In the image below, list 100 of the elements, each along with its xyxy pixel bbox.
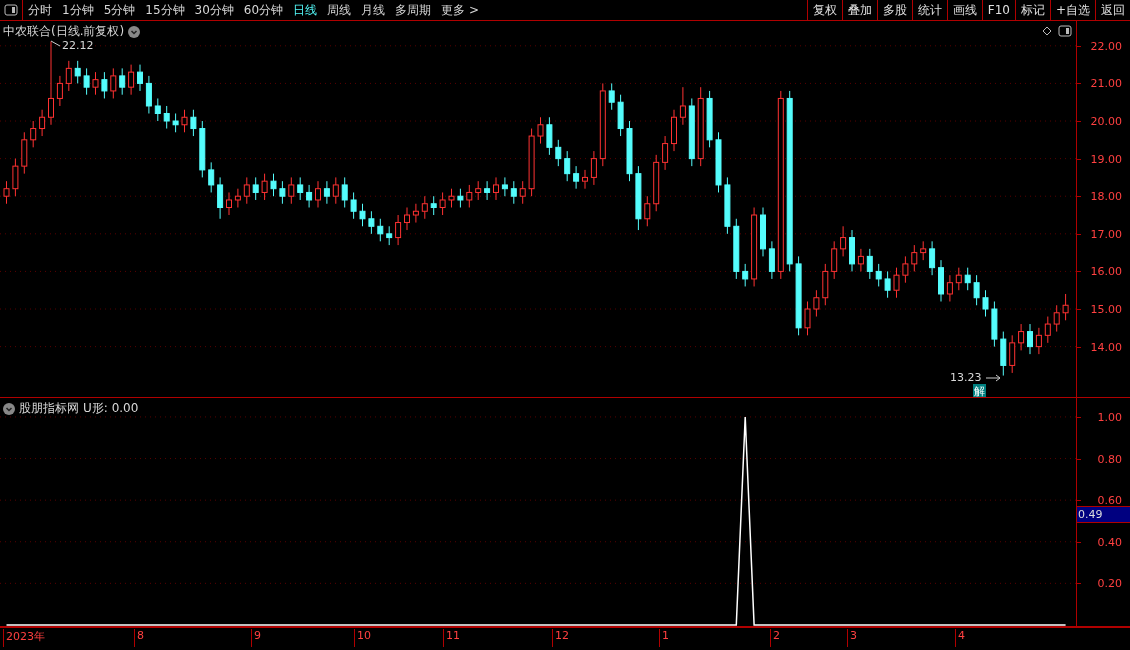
candlestick (644, 195, 651, 227)
period-tab[interactable]: 15分钟 (140, 1, 190, 19)
candlestick (83, 67, 90, 96)
candlestick (857, 248, 864, 272)
candlestick (590, 150, 597, 186)
period-tab[interactable]: 分时 (23, 1, 57, 19)
chart-title: 中农联合(日线.前复权) (3, 23, 125, 40)
candlestick (137, 64, 143, 92)
candlestick (528, 128, 535, 197)
candlestick (555, 139, 562, 167)
candlestick (688, 97, 695, 167)
candlestick (893, 267, 900, 299)
candlestick (724, 176, 731, 235)
candlestick (190, 109, 197, 137)
date-axis-label: 1 (659, 629, 669, 647)
toolbar-button[interactable]: 标记 (1014, 0, 1050, 20)
period-tab[interactable]: 5分钟 (98, 1, 141, 19)
axis-label: 1.00 (1097, 410, 1122, 424)
candlestick (421, 195, 428, 220)
chevron-down-icon[interactable] (3, 402, 15, 415)
period-tab[interactable]: 60分钟 (238, 1, 289, 19)
period-tab[interactable]: 更多 > (436, 1, 484, 19)
candlestick (404, 207, 410, 231)
candlestick (662, 135, 669, 171)
candlestick (564, 150, 571, 182)
candlestick (56, 75, 63, 107)
candlestick (1035, 327, 1042, 355)
candlestick (946, 274, 953, 302)
candlestick (297, 176, 304, 201)
candlestick (679, 86, 686, 126)
candlestick (573, 165, 580, 190)
period-tab[interactable]: 周线 (322, 1, 357, 19)
axis-label: 0.60 (1097, 493, 1122, 507)
candlestick (341, 176, 348, 208)
candlestick (21, 131, 28, 175)
candlestick (1062, 293, 1069, 321)
toolbar-button[interactable]: 多股 (876, 0, 912, 20)
toolbar-button[interactable]: F10 (981, 0, 1015, 20)
candlestick (172, 113, 179, 133)
candlestick (608, 82, 615, 111)
candlestick (582, 169, 588, 190)
chevron-down-icon[interactable] (128, 25, 141, 38)
candlestick (715, 131, 722, 193)
toolbar-button[interactable]: +自选 (1049, 0, 1095, 20)
candlestick (448, 188, 455, 208)
candlestick (964, 267, 971, 291)
candlestick (145, 75, 152, 114)
panel-toggle-icon[interactable] (4, 4, 18, 16)
period-tab[interactable]: 月线 (356, 1, 391, 19)
candlestick (911, 244, 918, 272)
candlestick (1000, 331, 1007, 377)
indicator-value: U形: 0.00 (83, 400, 139, 417)
period-tab[interactable]: 多周期 (390, 1, 437, 19)
candlestick (1053, 304, 1060, 333)
candlestick (1009, 334, 1016, 374)
candlestick (208, 161, 215, 193)
toolbar-button[interactable]: 返回 (1095, 0, 1130, 20)
indicator-title: 股朋指标网 (19, 400, 79, 417)
candlestick (929, 240, 936, 276)
axis-label: 0.80 (1097, 452, 1122, 466)
candlestick (243, 176, 250, 205)
axis-label: 0.20 (1097, 576, 1122, 590)
candlestick (270, 173, 277, 197)
candlestick (457, 188, 464, 208)
candlestick (163, 105, 170, 130)
toolbar-button[interactable]: 画线 (946, 0, 982, 20)
panel-toggle-icon[interactable] (1058, 25, 1072, 37)
axis-label: 0.40 (1097, 535, 1122, 549)
axis-label: 14.00 (1090, 340, 1122, 354)
axis-label: 20.00 (1090, 114, 1122, 128)
candlestick (706, 90, 713, 148)
axis-label: 17.00 (1090, 227, 1122, 241)
candlestick (199, 120, 206, 178)
candlestick (226, 191, 232, 216)
candlestick (760, 207, 766, 257)
diamond-icon[interactable] (1042, 26, 1052, 36)
candlestick (849, 229, 855, 272)
candlestick (840, 225, 847, 257)
candlestick (991, 301, 998, 348)
date-axis-label: 9 (251, 629, 261, 647)
candlestick (430, 195, 437, 216)
period-tab[interactable]: 日线 (288, 1, 323, 19)
candlestick (261, 173, 268, 201)
candlestick (635, 165, 642, 231)
period-tab[interactable]: 30分钟 (189, 1, 239, 19)
toolbar-button[interactable]: 统计 (911, 0, 947, 20)
toolbar-button[interactable]: 复权 (806, 0, 842, 20)
period-tab[interactable]: 1分钟 (57, 1, 99, 19)
candlestick (39, 109, 46, 137)
high-price-label: 22.12 (62, 39, 94, 52)
candlestick (306, 184, 313, 208)
candlestick (884, 270, 891, 299)
candlestick (484, 180, 491, 201)
candlestick (377, 218, 384, 242)
candlestick (359, 203, 366, 227)
candlestick (323, 180, 330, 205)
toolbar-button[interactable]: 叠加 (841, 0, 877, 20)
candlestick (510, 180, 517, 205)
candlestick (234, 188, 241, 208)
candlestick (813, 289, 820, 318)
